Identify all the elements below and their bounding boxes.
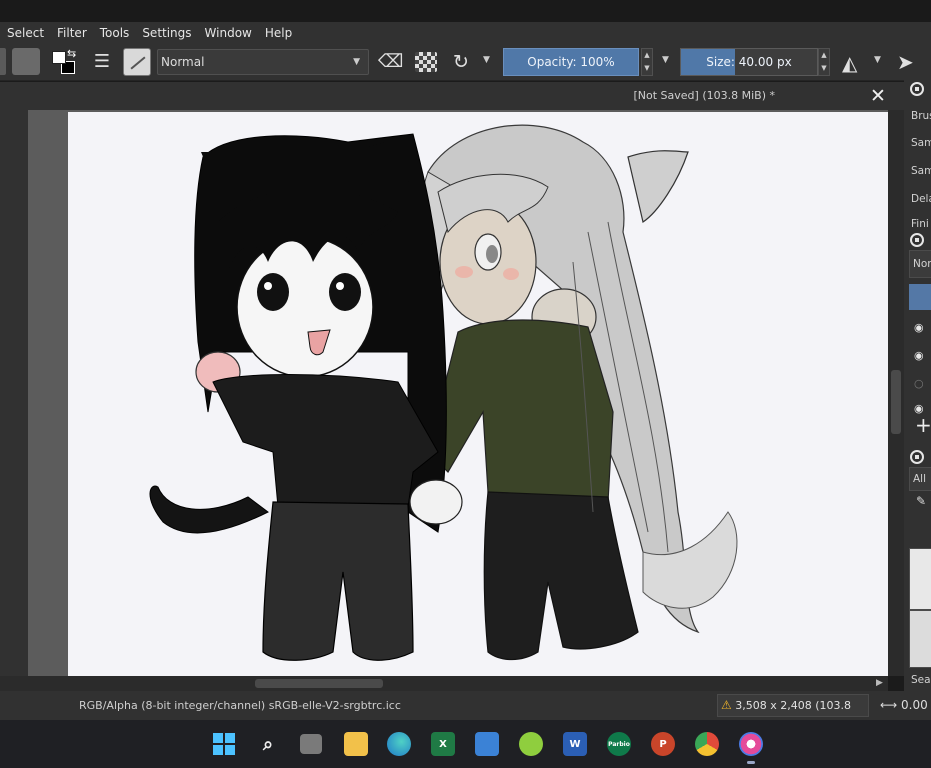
add-layer-icon[interactable]: + — [915, 413, 931, 437]
menu-window[interactable]: Window — [198, 26, 258, 40]
file-explorer-icon[interactable] — [344, 732, 368, 756]
task-view-icon[interactable] — [300, 734, 322, 754]
menu-settings[interactable]: Settings — [135, 26, 197, 40]
warning-icon: ⚠ — [721, 698, 732, 712]
menu-bar: Select Filter Tools Settings Window Help — [0, 22, 931, 43]
menu-tools[interactable]: Tools — [93, 26, 136, 40]
close-icon[interactable]: ✕ — [870, 85, 886, 107]
parbio-label: Parbio — [608, 740, 630, 748]
window-top-strip — [0, 0, 931, 22]
menu-help[interactable]: Help — [258, 26, 298, 40]
resource-filter-select[interactable]: All — [909, 467, 931, 491]
lock-icon[interactable] — [910, 233, 924, 247]
horizontal-scrollbar[interactable]: ▶ — [0, 676, 888, 691]
white-haired-character — [420, 124, 738, 661]
docker-brush-item[interactable]: Dela — [911, 193, 931, 205]
powerpoint-icon[interactable]: P — [651, 732, 675, 756]
lock-icon[interactable] — [910, 82, 924, 96]
eye-icon[interactable]: ◉ — [914, 349, 924, 362]
layer-blend-select[interactable]: Nor — [909, 250, 931, 278]
size-slider[interactable]: Size: 40.00 px — [680, 48, 818, 76]
color-profile-label: RGB/Alpha (8-bit integer/channel) sRGB-e… — [79, 699, 401, 712]
docker-search-label[interactable]: Sea — [911, 674, 931, 686]
lock-icon[interactable] — [910, 450, 924, 464]
parbio-icon[interactable]: Parbio — [607, 732, 631, 756]
chevron-down-icon[interactable]: ▼ — [874, 55, 881, 65]
opacity-spinner[interactable]: ▲ ▼ — [641, 48, 653, 76]
menu-filter[interactable]: Filter — [50, 26, 93, 40]
brush-toolbar: ⇆ ☰ Normal ▼ ⌫ ↻ ▼ Opacity: 100% ▲ ▼ ▼ Si… — [0, 43, 931, 81]
status-bar: RGB/Alpha (8-bit integer/channel) sRGB-e… — [0, 691, 931, 733]
docker-brush-item[interactable]: Brus — [911, 110, 931, 122]
black-haired-character — [149, 133, 463, 661]
resource-filter-value: All — [913, 473, 927, 485]
pattern-swatch[interactable] — [12, 48, 40, 75]
size-spinner[interactable]: ▲ ▼ — [818, 48, 830, 76]
eraser-icon[interactable]: ⌫ — [378, 51, 403, 73]
search-icon[interactable]: ⌕ — [256, 732, 280, 756]
fg-bg-color-icon[interactable]: ⇆ — [50, 47, 78, 76]
brush-preset-button[interactable] — [123, 48, 151, 76]
chevron-down-icon[interactable]: ▼ — [483, 55, 490, 65]
vertical-scrollbar[interactable] — [888, 110, 904, 676]
alpha-lock-icon[interactable] — [415, 52, 437, 72]
edge-icon[interactable] — [387, 732, 411, 756]
chevron-down-icon[interactable]: ▼ — [662, 55, 669, 65]
artwork — [149, 124, 738, 661]
blend-mode-value: Normal — [161, 55, 205, 69]
eye-icon[interactable]: ○ — [914, 377, 924, 390]
document-tab-bar: [Not Saved] (103.8 MiB) * ✕ — [0, 82, 904, 110]
brush-presets-icon[interactable]: ☰ — [91, 50, 113, 74]
send-icon[interactable]: ➤ — [897, 50, 914, 74]
chevron-right-icon[interactable]: ▶ — [876, 676, 883, 691]
microsoft-store-icon[interactable] — [475, 732, 499, 756]
word-icon[interactable]: W — [563, 732, 587, 756]
mirror-icon[interactable]: ◭ — [842, 51, 857, 75]
layer-blend-value: Nor — [913, 258, 931, 270]
chrome-icon[interactable] — [695, 732, 719, 756]
menu-select[interactable]: Select — [0, 26, 50, 40]
docker-brush-item[interactable]: Sam — [911, 165, 931, 177]
clip-studio-icon[interactable] — [519, 732, 543, 756]
docker-brush-item[interactable]: Fini — [911, 218, 929, 230]
reload-preset-icon[interactable]: ↻ — [449, 50, 473, 74]
brush-thumbnail[interactable] — [909, 548, 931, 610]
windows-start-icon[interactable] — [212, 732, 236, 756]
gradient-swatch[interactable] — [0, 48, 6, 75]
image-size-indicator[interactable]: ⚠ 3,508 x 2,408 (103.8 MiB) — [717, 694, 869, 733]
blend-mode-select[interactable]: Normal ▼ — [157, 49, 369, 75]
pencil-icon[interactable]: ✎ — [916, 494, 926, 508]
excel-icon[interactable]: X — [431, 732, 455, 756]
windows-taskbar: ⌕ X W Parbio P — [0, 720, 931, 768]
docker-brush-item[interactable]: Sam — [911, 137, 931, 149]
chevron-down-icon: ▼ — [353, 57, 360, 67]
right-docker-panel: Brus Sam Sam Dela Fini Nor ◉ ◉ ○ ◉ + All… — [904, 78, 931, 694]
zoom-value: 0.00 — [901, 698, 928, 712]
eye-icon[interactable]: ◉ — [914, 321, 924, 334]
drawing-canvas[interactable] — [68, 112, 888, 676]
toolbox-panel — [0, 110, 28, 676]
zoom-indicator[interactable]: ⟷ 0.00 — [880, 698, 928, 712]
document-title: [Not Saved] (103.8 MiB) * — [633, 89, 776, 102]
krita-window: Select Filter Tools Settings Window Help… — [0, 0, 931, 768]
selected-layer[interactable] — [909, 284, 931, 310]
opacity-slider[interactable]: Opacity: 100% — [503, 48, 639, 76]
krita-icon[interactable] — [739, 732, 763, 764]
brush-thumbnail[interactable] — [909, 610, 931, 668]
